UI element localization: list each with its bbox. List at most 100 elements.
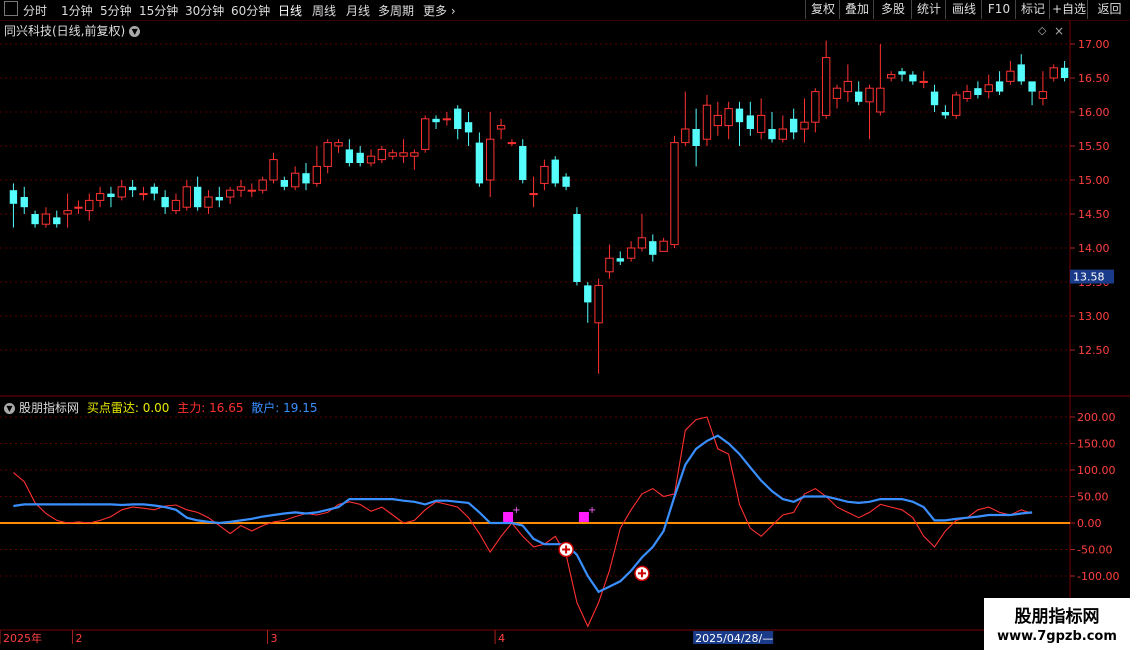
candle-body xyxy=(540,165,549,184)
x-tick-label: 4 xyxy=(498,632,505,645)
candle-body xyxy=(399,152,408,157)
tab-7[interactable]: 周线 xyxy=(312,2,336,19)
chevron-down-icon[interactable]: ▼ xyxy=(129,26,141,37)
candle-body xyxy=(247,189,257,192)
candle-body xyxy=(496,125,506,130)
y-tick-label: 50.00 xyxy=(1077,491,1109,504)
stock-title: 同兴科技(日线,前复权) xyxy=(4,24,126,38)
candle-body xyxy=(53,217,61,225)
candle-body xyxy=(626,247,636,259)
candle-body xyxy=(204,196,213,208)
y-tick-label: 14.00 xyxy=(1078,242,1110,255)
candle-body xyxy=(1006,70,1015,82)
tab-9[interactable]: 多周期 xyxy=(378,2,414,19)
candle-body xyxy=(778,128,788,140)
y-tick-label: -100.00 xyxy=(1077,570,1119,583)
tab-4[interactable]: 30分钟 xyxy=(185,2,224,19)
tab-5[interactable]: 60分钟 xyxy=(231,2,270,19)
y-tick-label: 16.50 xyxy=(1078,72,1110,85)
chart-canvas: 12.5013.0013.5014.0014.5015.0015.5016.00… xyxy=(0,20,1130,645)
candle-body xyxy=(551,159,559,184)
candle-body xyxy=(421,118,430,150)
candle-body xyxy=(789,118,798,133)
candle-body xyxy=(768,129,776,140)
candle-body xyxy=(1028,81,1036,92)
tab-3[interactable]: 15分钟 xyxy=(139,2,178,19)
tab-1[interactable]: 1分钟 xyxy=(61,2,93,19)
toolbar-button-0[interactable]: 复权 xyxy=(805,0,840,19)
tab-6[interactable]: 日线 xyxy=(278,2,302,19)
candle-body xyxy=(941,112,950,116)
indicator-title: ▼ 股朋指标网 买点雷达: 0.00 主力: 16.65 散户: 19.15 xyxy=(4,399,318,416)
toolbar-button-1[interactable]: 叠加 xyxy=(839,0,874,19)
y-tick-label: 16.00 xyxy=(1078,106,1110,119)
candle-body xyxy=(637,237,647,249)
candle-body xyxy=(616,258,624,262)
tab-8[interactable]: 月线 xyxy=(346,2,370,19)
y-tick-label: 100.00 xyxy=(1077,464,1116,477)
candle-body xyxy=(236,186,246,191)
candle-body xyxy=(529,193,538,196)
candle-body xyxy=(594,284,603,324)
candle-body xyxy=(724,108,733,127)
close-icon: × xyxy=(1054,24,1064,38)
y-tick-label: 13.00 xyxy=(1078,310,1110,323)
candle-body xyxy=(280,180,289,187)
candle-body xyxy=(832,87,842,99)
candle-body xyxy=(995,81,1004,92)
candle-body xyxy=(930,91,939,106)
y-tick-label: 12.50 xyxy=(1078,344,1110,357)
candle-body xyxy=(290,172,300,188)
menu-icon[interactable] xyxy=(4,1,18,19)
candle-body xyxy=(952,94,961,116)
candle-body xyxy=(41,213,51,225)
toolbar-button-3[interactable]: 统计 xyxy=(911,0,946,19)
candle-body xyxy=(898,71,906,75)
candle-body xyxy=(649,241,657,255)
toolbar-button-4[interactable]: 画线 xyxy=(945,0,982,19)
y-tick-label: 15.50 xyxy=(1078,140,1110,153)
candle-body xyxy=(974,88,982,95)
candle-body xyxy=(20,197,28,208)
date-cursor-label: 2025/04/28/— xyxy=(695,632,773,645)
buy-radar-label: 买点雷达: 0.00 xyxy=(86,401,170,415)
candle-body xyxy=(1017,64,1025,82)
toolbar-button-5[interactable]: F10 xyxy=(981,0,1016,19)
candle-body xyxy=(659,240,668,252)
retail-line xyxy=(13,434,1033,594)
toolbar-button-7[interactable]: +自选 xyxy=(1049,0,1088,19)
candle-body xyxy=(356,152,364,163)
price-marker-label: 13.58 xyxy=(1073,271,1105,284)
candle-body xyxy=(269,159,278,181)
tab-2[interactable]: 5分钟 xyxy=(100,2,132,19)
candle-body xyxy=(584,285,592,303)
toolbar-button-2[interactable]: 多股 xyxy=(873,0,912,19)
retail-label: 散户: 19.15 xyxy=(251,401,318,415)
candle-body xyxy=(821,57,831,116)
diamond-icon: ◇ xyxy=(1038,24,1047,37)
side-info-strip xyxy=(1122,22,1130,396)
candle-body xyxy=(31,214,39,225)
chevron-down-icon[interactable]: ▼ xyxy=(4,403,15,414)
y-tick-label: 14.50 xyxy=(1078,208,1110,221)
candle-body xyxy=(865,87,874,103)
candle-body xyxy=(876,87,885,113)
candle-body xyxy=(887,74,896,79)
candle-body xyxy=(432,118,440,123)
indicator-name: 股朋指标网 xyxy=(19,401,80,415)
main-force-label: 主力: 16.65 xyxy=(177,401,244,415)
candle-body xyxy=(312,165,322,184)
toolbar-button-8[interactable]: 返回 xyxy=(1087,0,1130,19)
candle-body xyxy=(670,142,679,246)
candle-body xyxy=(323,142,332,167)
watermark-logo: 股朋指标网 www.7gpzb.com xyxy=(984,598,1130,650)
toolbar-button-6[interactable]: 标记 xyxy=(1015,0,1050,19)
candle-body xyxy=(410,152,419,157)
candle-body xyxy=(225,189,235,198)
tab-0[interactable]: 分时 xyxy=(23,2,47,19)
candle-body xyxy=(800,121,809,130)
x-tick-label: 2 xyxy=(75,632,82,645)
tab-10[interactable]: 更多 › xyxy=(423,2,456,19)
main-force-line xyxy=(13,416,1033,628)
candle-body xyxy=(95,193,105,201)
